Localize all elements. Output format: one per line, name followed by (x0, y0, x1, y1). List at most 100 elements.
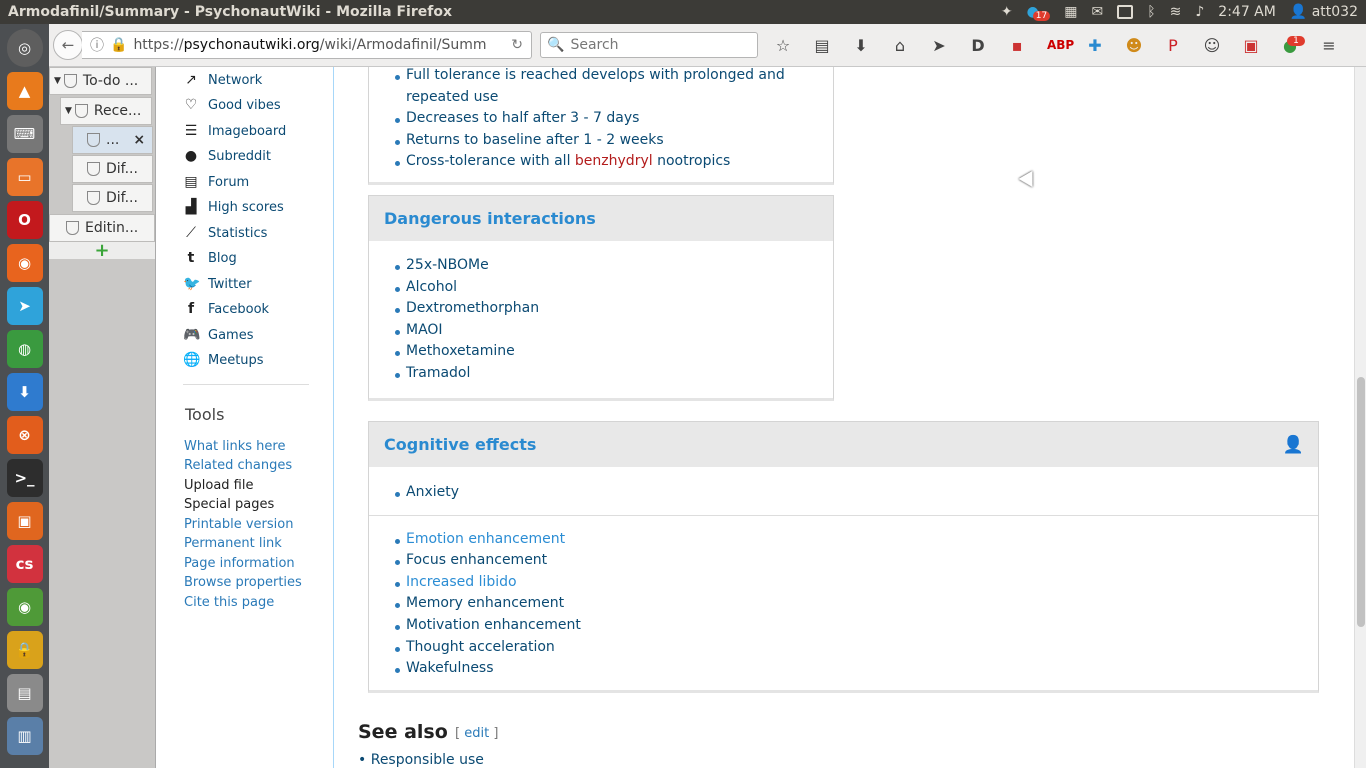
sidebar-item-high-scores[interactable]: ▟ High scores (183, 199, 284, 215)
keyring-icon[interactable]: 🔒 (6, 631, 43, 669)
close-tab-icon[interactable]: × (133, 132, 145, 148)
sidebar-item-twitter[interactable]: 🐦 Twitter (183, 276, 252, 292)
list-item[interactable]: Wakefulness (391, 658, 1318, 680)
list-item[interactable]: Thought acceleration (391, 637, 1318, 659)
bookmark-star-icon[interactable]: ☆ (774, 36, 792, 55)
list-item[interactable]: Increased libido (391, 572, 1318, 594)
webcam-icon[interactable]: ◉ (6, 588, 43, 626)
home-icon[interactable]: ⌂ (891, 36, 909, 55)
list-item[interactable]: Alcohol (391, 277, 833, 299)
sidebar-item-meetups[interactable]: 🌐 Meetups (183, 352, 264, 368)
clock[interactable]: 2:47 AM (1218, 4, 1276, 20)
list-item[interactable]: Memory enhancement (391, 593, 1318, 615)
plus-extension-icon[interactable]: ✚ (1086, 36, 1104, 55)
battery-icon[interactable] (1117, 5, 1134, 19)
tool-special-pages[interactable]: Special pages (184, 497, 274, 512)
sidebar-item-blog[interactable]: t Blog (183, 250, 237, 266)
url-bar[interactable]: ⓘ 🔒 https://psychonautwiki.org/wiki/Armo… (82, 31, 532, 59)
trash-icon[interactable]: ▥ (6, 717, 43, 755)
opera-icon[interactable]: O (6, 201, 43, 239)
tree-tab-editing[interactable]: Editin... (49, 214, 155, 242)
telegram-launcher-icon[interactable]: ➤ (6, 287, 43, 325)
bluetooth-icon[interactable]: ᛒ (1147, 4, 1155, 20)
document-viewer-icon[interactable]: ▤ (6, 674, 43, 712)
telegram-icon[interactable]: ● 17 (1027, 3, 1051, 21)
list-item[interactable]: Anxiety (391, 482, 1318, 504)
dropbox-icon[interactable]: ✦ (1001, 4, 1013, 20)
volume-icon[interactable]: ♪ (1195, 4, 1204, 20)
list-item[interactable]: 25x-NBOMe (391, 255, 833, 277)
chat-icon[interactable]: ☺ (1203, 36, 1221, 55)
new-tab-button[interactable]: + (49, 242, 155, 259)
responsible-use-link[interactable]: • Responsible use (358, 752, 484, 768)
list-item[interactable]: Focus enhancement (391, 550, 1318, 572)
list-item[interactable]: Methoxetamine (391, 341, 833, 363)
sidebar-item-network[interactable]: ↗ Network (183, 72, 262, 88)
tree-tab-current[interactable]: ... × (72, 126, 153, 154)
send-icon[interactable]: ➤ (930, 36, 948, 55)
tree-tab-diff-2[interactable]: Dif... (72, 184, 153, 212)
scrollbar-thumb[interactable] (1357, 377, 1365, 627)
extension-icon[interactable]: ▪ (1008, 36, 1026, 55)
list-item[interactable]: Dextromethorphan (391, 298, 833, 320)
tool-printable-version[interactable]: Printable version (184, 517, 293, 532)
terminal-icon[interactable]: >_ (6, 459, 43, 497)
tool-what-links-here[interactable]: What links here (184, 439, 285, 454)
user-menu[interactable]: 👤 att032 (1290, 4, 1358, 20)
d-extension-icon[interactable]: D (969, 36, 987, 55)
greasemonkey-icon[interactable]: ☻ (1125, 36, 1143, 55)
tool-page-information[interactable]: Page information (184, 556, 295, 571)
tool-related-changes[interactable]: Related changes (184, 458, 292, 473)
back-button[interactable]: ← (53, 30, 83, 60)
files-icon[interactable]: ▭ (6, 158, 43, 196)
tree-tab-recent[interactable]: ▼ Rece... (60, 97, 152, 125)
search-bar[interactable]: 🔍 Search (540, 32, 758, 58)
keyboard-icon[interactable]: ⌨ (6, 115, 43, 153)
collapse-triangle-icon[interactable]: ▼ (65, 106, 72, 116)
download-icon[interactable]: ⬇ (6, 373, 43, 411)
sidebar-item-games[interactable]: 🎮 Games (183, 327, 253, 343)
sidebar-item-subreddit[interactable]: ● Subreddit (183, 148, 271, 164)
vlc-icon[interactable]: ▲ (6, 72, 43, 110)
reload-icon[interactable]: ↻ (511, 37, 523, 53)
tool-permanent-link[interactable]: Permanent link (184, 536, 282, 551)
mail-icon[interactable]: ✉ (1091, 4, 1103, 20)
chrome-icon[interactable]: ◍ (6, 330, 43, 368)
vertical-scrollbar[interactable] (1354, 67, 1366, 768)
list-item[interactable]: Motivation enhancement (391, 615, 1318, 637)
tree-tab-diff-1[interactable]: Dif... (72, 155, 153, 183)
sidebar-item-good-vibes[interactable]: ♡ Good vibes (183, 97, 281, 113)
tool-cite-this-page[interactable]: Cite this page (184, 595, 274, 610)
tree-tab-todo[interactable]: ▼ To-do ... (49, 67, 152, 95)
reading-list-icon[interactable]: ▤ (813, 36, 831, 55)
sidebar-item-statistics[interactable]: ⟋ Statistics (183, 225, 267, 241)
collapse-triangle-icon[interactable]: ▼ (54, 76, 61, 86)
workspaces-icon[interactable]: ▦ (1064, 4, 1077, 20)
gift-icon[interactable]: ▣ (1242, 36, 1260, 55)
notify-extension-icon[interactable]: ●1 (1281, 35, 1305, 55)
benzhydryl-link[interactable]: benzhydryl (575, 153, 653, 169)
tool-browse-properties[interactable]: Browse properties (184, 575, 302, 590)
software-center-icon[interactable]: ▣ (6, 502, 43, 540)
firefox-icon[interactable]: ◉ (6, 244, 43, 282)
wifi-icon[interactable]: ≋ (1170, 4, 1182, 20)
info-icon[interactable]: ⓘ (90, 35, 104, 55)
list-item[interactable]: Emotion enhancement (391, 529, 1318, 551)
sidebar-item-forum[interactable]: ▤ Forum (183, 174, 249, 190)
dangerous-interactions-heading[interactable]: Dangerous interactions (369, 196, 833, 241)
list-item[interactable]: Tramadol (391, 363, 833, 385)
sidebar-item-imageboard[interactable]: ☰ Imageboard (183, 123, 287, 139)
downloads-icon[interactable]: ⬇ (852, 36, 870, 55)
tool-upload-file[interactable]: Upload file (184, 478, 253, 493)
adblock-icon[interactable]: ABP (1047, 38, 1074, 52)
list-item[interactable]: MAOI (391, 320, 833, 342)
cognitive-effects-heading[interactable]: Cognitive effects (384, 435, 536, 454)
edit-link[interactable]: edit (464, 726, 489, 741)
pinterest-icon[interactable]: P (1164, 36, 1182, 55)
user-icon[interactable]: 👤 (1283, 435, 1304, 455)
crossover-icon[interactable]: ⊗ (6, 416, 43, 454)
sidebar-item-facebook[interactable]: f Facebook (183, 301, 269, 317)
dash-icon[interactable]: ◎ (6, 29, 43, 67)
menu-icon[interactable]: ≡ (1320, 36, 1338, 55)
lastfm-icon[interactable]: cs (6, 545, 43, 583)
